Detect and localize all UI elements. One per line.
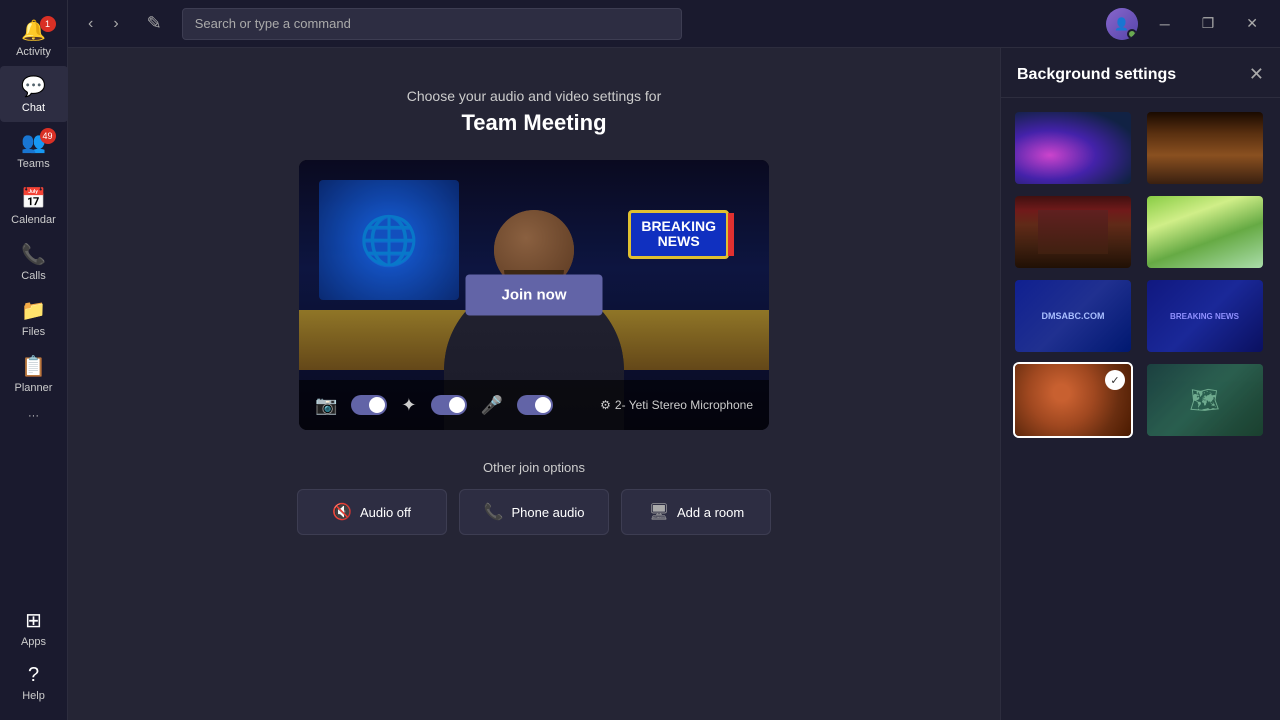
sidebar-item-chat[interactable]: 💬 Chat [0, 66, 68, 122]
back-button[interactable]: ‹ [80, 11, 101, 37]
audio-off-label: Audio off [360, 505, 411, 520]
camera-toggle-knob [369, 397, 385, 413]
mic-device-label: 2- Yeti Stereo Microphone [615, 398, 753, 412]
search-placeholder: Search or type a command [195, 16, 351, 31]
phone-audio-button[interactable]: 📞 Phone audio [459, 489, 610, 535]
bg-thumb-cartoon[interactable] [1145, 194, 1265, 270]
sidebar-item-label: Teams [17, 158, 49, 170]
bg-settings-close-button[interactable]: ✕ [1249, 64, 1264, 85]
blur-toggle-knob [449, 397, 465, 413]
titlebar: ‹ › ✎ Search or type a command 👤 ─ ❐ ✕ [68, 0, 1280, 48]
chat-icon: 💬 [21, 74, 46, 99]
blur-icon: ✦ [401, 395, 416, 416]
camera-icon: 📷 [315, 395, 337, 416]
mic-toggle-knob [535, 397, 551, 413]
files-icon: 📁 [21, 298, 46, 323]
online-indicator [1127, 29, 1137, 39]
controls-bar: 📷 ✦ 🎤 ⚙ 2- Yeti Stereo Microphone [299, 380, 769, 430]
bg-thumb-street[interactable] [1013, 194, 1133, 270]
gear-icon: ⚙ [600, 398, 611, 412]
add-room-button[interactable]: 🖥 Add a room [621, 489, 771, 535]
sidebar-item-label: Activity [16, 46, 51, 58]
sidebar-item-label: Files [22, 326, 45, 338]
search-bar[interactable]: Search or type a command [182, 8, 682, 40]
sidebar-item-label: Calls [21, 270, 45, 282]
sidebar-item-apps[interactable]: ⊞ Apps [0, 600, 68, 656]
close-button[interactable]: ✕ [1236, 11, 1268, 36]
news1-thumbnail: DMSABC.COM [1015, 280, 1131, 352]
sidebar-item-label: Chat [22, 102, 45, 114]
main-content: Choose your audio and video settings for… [68, 48, 1000, 720]
sidebar-item-label: Apps [21, 636, 46, 648]
calls-icon: 📞 [21, 242, 46, 267]
sidebar-item-planner[interactable]: 📋 Planner [0, 346, 68, 402]
maximize-button[interactable]: ❐ [1192, 11, 1225, 36]
background-settings-panel: Background settings ✕ DMSABC.COM [1000, 48, 1280, 720]
sidebar-item-label: Help [22, 690, 45, 702]
nav-buttons: ‹ › [80, 11, 127, 37]
breaking-bar [728, 213, 734, 256]
camera-toggle[interactable] [351, 395, 387, 415]
phone-audio-icon: 📞 [484, 502, 504, 522]
join-options-row: 🔇 Audio off 📞 Phone audio 🖥 Add a room [297, 489, 772, 535]
audio-off-button[interactable]: 🔇 Audio off [297, 489, 447, 535]
canyon-thumbnail [1147, 112, 1263, 184]
sidebar-item-label: Planner [15, 382, 53, 394]
phone-audio-label: Phone audio [511, 505, 584, 520]
bg-grid: DMSABC.COM BREAKING NEWS ✓ 🗺 [1001, 98, 1280, 450]
meeting-title: Team Meeting [407, 110, 662, 136]
street-thumbnail [1015, 196, 1131, 268]
sidebar-item-more[interactable]: ··· [0, 402, 68, 430]
sidebar-item-activity[interactable]: 🔔 Activity 1 [0, 10, 68, 66]
add-room-label: Add a room [677, 505, 744, 520]
more-label: ··· [28, 410, 39, 422]
blur-toggle[interactable] [431, 395, 467, 415]
bg-settings-header: Background settings ✕ [1001, 48, 1280, 98]
sidebar: 🔔 Activity 1 💬 Chat 👥 Teams 49 📅 Calenda… [0, 0, 68, 720]
sidebar-item-label: Calendar [11, 214, 56, 226]
meeting-subtitle: Choose your audio and video settings for [407, 88, 662, 104]
bg-thumb-news1[interactable]: DMSABC.COM [1013, 278, 1133, 354]
cartoon-thumbnail [1147, 196, 1263, 268]
activity-badge: 1 [40, 16, 56, 32]
meeting-title-section: Choose your audio and video settings for… [407, 88, 662, 136]
avatar[interactable]: 👤 [1106, 8, 1138, 40]
other-join-title: Other join options [297, 460, 772, 475]
mic-toggle[interactable] [517, 395, 553, 415]
video-preview: 🌐 BREAKINGNEWS Join now 📷 [299, 160, 769, 430]
galaxy-thumbnail [1015, 112, 1131, 184]
bg-thumb-galaxy[interactable] [1013, 110, 1133, 186]
sidebar-item-calendar[interactable]: 📅 Calendar [0, 178, 68, 234]
bg-thumb-map[interactable]: 🗺 [1145, 362, 1265, 438]
sidebar-item-calls[interactable]: 📞 Calls [0, 234, 68, 290]
audio-off-icon: 🔇 [332, 502, 352, 522]
sidebar-item-teams[interactable]: 👥 Teams 49 [0, 122, 68, 178]
minimize-button[interactable]: ─ [1150, 12, 1180, 36]
breaking-text: BREAKINGNEWS [641, 219, 716, 250]
apps-icon: ⊞ [25, 608, 42, 633]
help-icon: ? [28, 664, 39, 687]
bg-thumb-pizza[interactable]: ✓ [1013, 362, 1133, 438]
news2-thumbnail: BREAKING NEWS [1147, 280, 1263, 352]
forward-button[interactable]: › [105, 11, 126, 37]
mic-gear-label: ⚙ 2- Yeti Stereo Microphone [600, 398, 753, 412]
sidebar-item-files[interactable]: 📁 Files [0, 290, 68, 346]
calendar-icon: 📅 [21, 186, 46, 211]
add-room-icon: 🖥 [649, 502, 669, 522]
compose-button[interactable]: ✎ [139, 9, 170, 38]
other-join-section: Other join options 🔇 Audio off 📞 Phone a… [297, 460, 772, 535]
map-thumbnail: 🗺 [1147, 364, 1263, 436]
mic-icon: 🎤 [481, 395, 503, 416]
teams-badge: 49 [40, 128, 56, 144]
selected-check-icon: ✓ [1105, 370, 1125, 390]
bg-thumb-news2[interactable]: BREAKING NEWS [1145, 278, 1265, 354]
planner-icon: 📋 [21, 354, 46, 379]
bg-thumb-canyon[interactable] [1145, 110, 1265, 186]
join-now-button[interactable]: Join now [466, 275, 603, 316]
bg-settings-title: Background settings [1017, 66, 1176, 84]
sidebar-item-help[interactable]: ? Help [0, 656, 68, 710]
globe-icon: 🌐 [359, 212, 419, 269]
titlebar-right: 👤 ─ ❐ ✕ [1106, 8, 1268, 40]
